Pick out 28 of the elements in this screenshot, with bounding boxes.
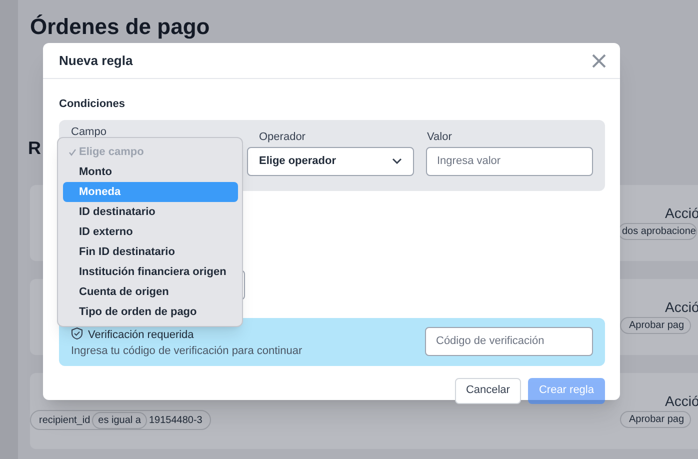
- dropdown-option[interactable]: ID destinatario: [63, 202, 238, 222]
- verification-title: Verificación requerida: [88, 328, 194, 342]
- verification-code-input[interactable]: Código de verificación: [425, 326, 593, 356]
- operator-select[interactable]: Elige operador: [247, 146, 414, 176]
- column-label: Valor: [427, 130, 452, 144]
- page-title: Órdenes de pago: [30, 14, 210, 40]
- dropdown-option[interactable]: Fin ID destinatario: [63, 242, 238, 262]
- cancel-button[interactable]: Cancelar: [454, 378, 521, 404]
- verification-message: Ingresa tu código de verificación para continuar: [71, 344, 302, 358]
- condition-value: 19154480-3: [148, 414, 202, 428]
- condition-field: recipient_id: [39, 412, 90, 428]
- column-label: Campo: [71, 124, 106, 138]
- shield-check-icon: [71, 326, 83, 340]
- dropdown-option[interactable]: Tipo de orden de pago: [63, 302, 238, 322]
- dropdown-option[interactable]: Monto: [63, 162, 238, 182]
- chevron-down-icon: [392, 158, 402, 164]
- modal-title: Nueva regla: [59, 52, 133, 70]
- section-label: Condiciones: [59, 97, 126, 112]
- column-label: Operador: [259, 130, 306, 144]
- action-chip: Aprobar pag: [620, 411, 692, 428]
- check-icon: [69, 149, 76, 156]
- close-icon[interactable]: [592, 54, 606, 68]
- dropdown-option[interactable]: ID externo: [63, 222, 238, 242]
- dropdown-option[interactable]: Institución financiera origen: [63, 262, 238, 282]
- condition-operator: es igual a: [92, 412, 147, 428]
- dropdown-option[interactable]: Cuenta de origen: [63, 282, 238, 302]
- section-heading: R: [28, 137, 41, 160]
- value-input[interactable]: Ingresa valor: [426, 146, 593, 176]
